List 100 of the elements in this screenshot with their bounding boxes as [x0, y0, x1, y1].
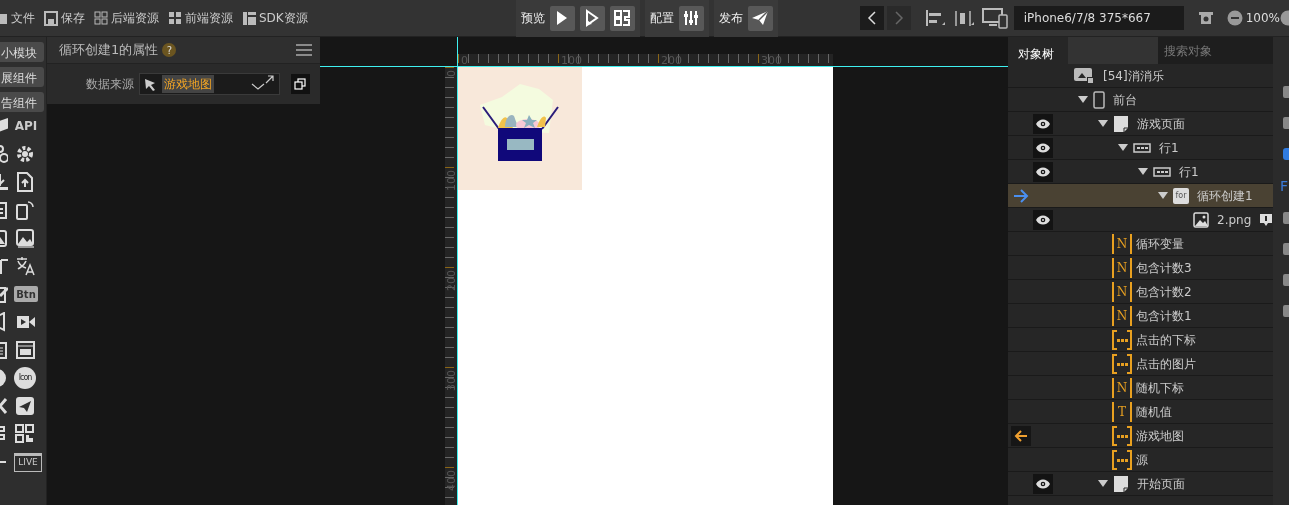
list-variable-icon: [1112, 449, 1132, 470]
tree-row[interactable]: 开始页面: [1008, 472, 1273, 496]
variable-label: 包含计数2: [1136, 283, 1192, 301]
node-label: [54]消消乐: [1103, 67, 1164, 85]
visibility-toggle[interactable]: [1033, 473, 1053, 494]
play-button[interactable]: [549, 5, 575, 31]
node-label: 前台: [1113, 91, 1137, 109]
expand-triangle-icon[interactable]: [1118, 144, 1128, 151]
list-variable-icon: [1112, 353, 1132, 374]
list-variable-icon: [1112, 425, 1132, 446]
gear-icon[interactable]: [14, 143, 36, 165]
component-button[interactable]: 展组件: [0, 67, 44, 87]
variable-label: 随机值: [1136, 403, 1172, 421]
menu-item[interactable]: 前端资源: [168, 9, 233, 27]
menu-item[interactable]: 后端资源: [94, 9, 159, 27]
page-icon: [1113, 114, 1129, 133]
screenshot-icon[interactable]: [1197, 10, 1214, 26]
component-button[interactable]: 告组件: [0, 92, 44, 112]
window-icon[interactable]: [14, 339, 36, 361]
translate-icon[interactable]: [14, 255, 36, 277]
tree-row[interactable]: N 包含计数2: [1008, 280, 1273, 304]
field-label: 数据来源: [86, 76, 134, 93]
expand-triangle-icon[interactable]: [1098, 480, 1108, 487]
copy-icon: [294, 78, 307, 90]
qr-code-button[interactable]: [609, 5, 635, 31]
help-badge[interactable]: ?: [162, 43, 177, 57]
copy-button[interactable]: [290, 74, 310, 94]
menu-icon[interactable]: [296, 44, 312, 56]
tree-row[interactable]: 前台: [1008, 88, 1273, 112]
device-field[interactable]: iPhone6/7/8 375*667: [1013, 6, 1184, 30]
tree-row[interactable]: 行1: [1008, 136, 1273, 160]
send-badge-icon[interactable]: [14, 395, 36, 417]
sliders-button[interactable]: [678, 5, 704, 31]
qr-code-icon[interactable]: [14, 423, 36, 445]
tree-row[interactable]: [54]消消乐: [1008, 64, 1273, 88]
visibility-toggle[interactable]: [1033, 113, 1053, 134]
api-label[interactable]: API: [14, 115, 38, 137]
variable-label: 源: [1136, 451, 1148, 469]
variable-label: 点击的图片: [1136, 355, 1196, 373]
back-button[interactable]: [859, 6, 884, 30]
align-left-icon[interactable]: [924, 8, 945, 28]
tree-row[interactable]: 点击的下标: [1008, 328, 1273, 352]
qr-code-icon: [612, 8, 633, 28]
node-label: 行1: [1179, 163, 1199, 181]
tree-tab[interactable]: 对象树: [1008, 37, 1068, 64]
toggle-icon[interactable]: [1283, 148, 1289, 160]
tree-row[interactable]: 2.png: [1008, 208, 1273, 232]
zoom-in-icon[interactable]: [1280, 10, 1289, 26]
layout-icon: [242, 10, 256, 26]
component-button[interactable]: 小模块: [0, 42, 44, 62]
menu-item[interactable]: SDK资源: [242, 9, 308, 27]
expand-triangle-icon[interactable]: [1078, 96, 1088, 103]
menu-item[interactable]: 保存: [44, 9, 85, 27]
visibility-toggle[interactable]: [1033, 137, 1053, 158]
rotate-device-icon[interactable]: [14, 199, 36, 221]
button-badge[interactable]: Btn: [14, 286, 38, 302]
tree-row[interactable]: 游戏页面: [1008, 112, 1273, 136]
tree-row[interactable]: N 循环变量: [1008, 232, 1273, 256]
upload-icon[interactable]: [14, 171, 36, 193]
variable-label: 循环变量: [1136, 235, 1184, 253]
eye-icon: [1036, 142, 1050, 153]
visibility-toggle[interactable]: [1033, 209, 1053, 230]
node-label: 游戏页面: [1137, 115, 1185, 133]
loop-badge: for: [1173, 187, 1189, 204]
panel-title: 循环创建1的属性: [59, 41, 159, 60]
images-icon[interactable]: [14, 227, 36, 249]
tree-row[interactable]: T 随机值: [1008, 400, 1273, 424]
tree-row[interactable]: 点击的图片: [1008, 352, 1273, 376]
devices-icon[interactable]: [981, 7, 1008, 29]
distribute-icon[interactable]: [953, 8, 974, 28]
node-label: 循环创建1: [1197, 187, 1253, 205]
variable-badge: N: [1112, 305, 1132, 326]
page-icon: [1113, 474, 1129, 493]
tree-row[interactable]: 源: [1008, 448, 1273, 472]
eye-icon: [1036, 118, 1050, 129]
live-badge[interactable]: LIVE: [14, 452, 42, 472]
variable-label: 随机下标: [1136, 379, 1184, 397]
menu-item[interactable]: 文件: [0, 9, 35, 27]
send-button[interactable]: [747, 5, 773, 31]
search-field[interactable]: 搜索对象: [1158, 37, 1273, 64]
zoom-out-icon[interactable]: [1226, 10, 1243, 26]
cursor-icon: [144, 77, 156, 91]
expand-triangle-icon[interactable]: [1138, 168, 1148, 175]
data-source-field[interactable]: 游戏地图: [139, 73, 280, 95]
info-icon[interactable]: [1259, 212, 1273, 227]
node-label: 开始页面: [1137, 475, 1185, 493]
variable-badge: N: [1112, 377, 1132, 398]
tree-row[interactable]: 游戏地图: [1008, 424, 1273, 448]
variable-badge: N: [1112, 281, 1132, 302]
arrow-left-icon: [1013, 429, 1028, 442]
tree-row[interactable]: N 包含计数1: [1008, 304, 1273, 328]
expand-triangle-icon[interactable]: [1158, 192, 1168, 199]
side-label: F: [1280, 179, 1289, 193]
tree-row[interactable]: for 循环创建1: [1008, 184, 1273, 208]
play-outline-button[interactable]: [579, 5, 605, 31]
tree-row[interactable]: N 随机下标: [1008, 376, 1273, 400]
icon-badge[interactable]: Icon: [14, 367, 36, 389]
tree-row[interactable]: N 包含计数3: [1008, 256, 1273, 280]
visibility-toggle[interactable]: [1033, 161, 1053, 182]
expand-triangle-icon[interactable]: [1098, 120, 1108, 127]
